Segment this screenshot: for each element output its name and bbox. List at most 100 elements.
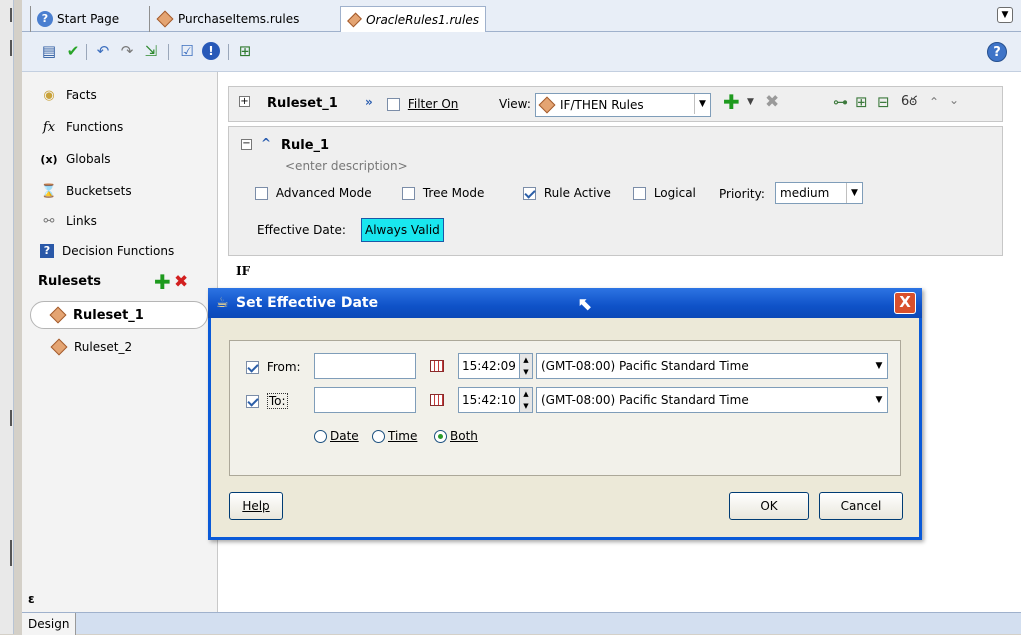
view-label: View:: [499, 97, 531, 111]
to-calendar-icon[interactable]: [430, 394, 444, 406]
collapse-rule-icon[interactable]: −: [241, 139, 252, 150]
rule-panel: − ^ Rule_1 <enter description> Advanced …: [228, 126, 1003, 256]
delete-rule-icon[interactable]: ✖: [765, 92, 779, 112]
rule-title: Rule_1: [281, 138, 330, 153]
facts-icon: ◉: [43, 87, 55, 103]
effective-date-value[interactable]: Always Valid: [361, 218, 444, 242]
radio-date-button[interactable]: [314, 430, 327, 443]
nav-item-globals[interactable]: (x) Globals: [40, 148, 110, 170]
radio-both[interactable]: Both: [434, 429, 478, 443]
nav-item-links[interactable]: ⚯ Links: [40, 210, 97, 232]
nav-item-facts[interactable]: ◉ Facts: [40, 84, 96, 106]
tab-oraclerules1-rules[interactable]: OracleRules1.rules: [340, 6, 486, 32]
effective-date-label: Effective Date:: [257, 223, 346, 237]
nav-item-decision-functions[interactable]: ? Decision Functions: [40, 240, 174, 262]
book-icon[interactable]: ▤: [40, 42, 58, 60]
undo-icon[interactable]: ↶: [94, 42, 112, 60]
info-icon[interactable]: !: [202, 42, 220, 60]
to-timezone-select[interactable]: (GMT-08:00) Pacific Standard Time ▼: [536, 387, 888, 413]
check-icon[interactable]: ✔: [64, 42, 82, 60]
tree-mode-checkbox[interactable]: [402, 187, 415, 200]
chevron-down-icon: ▼: [875, 361, 883, 371]
expand-icon[interactable]: +: [239, 96, 250, 107]
rule-active-label: Rule Active: [543, 186, 611, 200]
rule-active-checkbox[interactable]: [523, 187, 536, 200]
radio-time[interactable]: Time: [372, 429, 417, 443]
from-label: From:: [266, 360, 301, 374]
ruleset-item-ruleset-1[interactable]: Ruleset_1: [30, 301, 208, 329]
dialog-app-icon: ☕: [216, 295, 229, 311]
ruleset-item-ruleset-2[interactable]: Ruleset_2: [50, 338, 132, 356]
logical-checkbox[interactable]: [633, 187, 646, 200]
collapse-all-icon[interactable]: »: [365, 95, 373, 109]
redo-icon[interactable]: ↷: [118, 42, 136, 60]
priority-label: Priority:: [719, 187, 765, 201]
chevron-down-icon: ▼: [846, 183, 862, 203]
from-time-spinner[interactable]: ▲ ▼: [519, 353, 533, 379]
ok-button[interactable]: OK: [729, 492, 809, 520]
from-date-input[interactable]: [314, 353, 416, 379]
to-time-input[interactable]: 15:42:10: [458, 387, 520, 413]
radio-date[interactable]: Date: [314, 429, 359, 443]
priority-select[interactable]: medium ▼: [775, 182, 863, 204]
nav-item-functions[interactable]: fx Functions: [40, 116, 123, 138]
mouse-cursor-icon: ⬉: [578, 294, 594, 315]
editor-tab-bar: ? Start Page PurchaseItems.rules OracleR…: [22, 0, 1021, 32]
ruleset-header-bar: + Ruleset_1 » Filter On View: IF/THEN Ru…: [228, 86, 1003, 122]
delete-ruleset-icon[interactable]: ✖: [174, 272, 188, 292]
to-checkbox[interactable]: [246, 395, 259, 408]
close-icon[interactable]: X: [894, 292, 916, 314]
tab-list-dropdown-icon[interactable]: ▼: [997, 7, 1013, 23]
help-icon: ?: [37, 11, 53, 27]
ruleset-icon: [50, 338, 68, 356]
rules-file-icon: [347, 12, 362, 27]
from-timezone-select[interactable]: (GMT-08:00) Pacific Standard Time ▼: [536, 353, 888, 379]
tree-view-icon[interactable]: ⊶: [833, 93, 848, 111]
move-down-icon[interactable]: ⌄: [949, 93, 959, 107]
import-icon[interactable]: ⇲: [142, 42, 160, 60]
filter-on-label: Filter On: [407, 97, 459, 111]
paste-rule-icon[interactable]: ⊟: [877, 93, 890, 111]
function-icon: fx: [42, 119, 56, 135]
from-checkbox[interactable]: [246, 361, 259, 374]
move-up-icon[interactable]: ⌃: [929, 95, 939, 109]
logical-label: Logical: [653, 186, 696, 200]
collapse-up-icon[interactable]: ^: [261, 136, 271, 150]
radio-both-button[interactable]: [434, 430, 447, 443]
date-range-panel: From: 15:42:09 ▲ ▼ (GMT-08:00) Pacific St…: [229, 340, 901, 476]
from-calendar-icon[interactable]: [430, 360, 444, 372]
add-ruleset-icon[interactable]: ✚: [154, 270, 171, 294]
ruleset-icon: [49, 306, 67, 324]
collapse-panel-icon[interactable]: ɛ: [28, 592, 35, 606]
validate-icon[interactable]: ☑: [178, 42, 196, 60]
radio-time-button[interactable]: [372, 430, 385, 443]
rules-file-icon: [156, 10, 174, 28]
tab-design[interactable]: Design: [22, 613, 77, 635]
rule-description[interactable]: <enter description>: [285, 159, 408, 173]
tab-start-page[interactable]: ? Start Page: [30, 6, 125, 32]
ruleset-title: Ruleset_1: [267, 96, 338, 111]
to-date-input[interactable]: [314, 387, 416, 413]
advanced-mode-checkbox[interactable]: [255, 187, 268, 200]
tree-icon[interactable]: ⊞: [236, 42, 254, 60]
tab-purchaseitems-rules[interactable]: PurchaseItems.rules: [149, 6, 305, 32]
add-rule-icon[interactable]: ✚: [723, 90, 740, 114]
copy-rule-icon[interactable]: ⊞: [855, 93, 868, 111]
view-select[interactable]: IF/THEN Rules ▼: [535, 93, 711, 117]
nav-item-bucketsets[interactable]: ⌛ Bucketsets: [40, 180, 132, 202]
dialog-title: Set Effective Date: [236, 295, 379, 311]
dialog-title-bar[interactable]: ☕ Set Effective Date ⬉ X: [208, 288, 922, 318]
help-button[interactable]: Help: [229, 492, 283, 520]
filter-on-checkbox[interactable]: [387, 98, 400, 111]
chevron-down-icon: ▼: [694, 94, 710, 114]
from-time-input[interactable]: 15:42:09: [458, 353, 520, 379]
chevron-down-icon: ▼: [875, 395, 883, 405]
show-advanced-icon[interactable]: 6ఠ: [901, 94, 917, 112]
to-time-spinner[interactable]: ▲ ▼: [519, 387, 533, 413]
bucketset-icon: ⌛: [40, 183, 58, 199]
globals-icon: (x): [40, 152, 58, 166]
add-dropdown-icon[interactable]: ▼: [747, 97, 754, 107]
rules-navigator: ◉ Facts fx Functions (x) Globals ⌛ Bucke…: [22, 72, 218, 612]
cancel-button[interactable]: Cancel: [819, 492, 903, 520]
help-icon[interactable]: ?: [987, 42, 1007, 62]
